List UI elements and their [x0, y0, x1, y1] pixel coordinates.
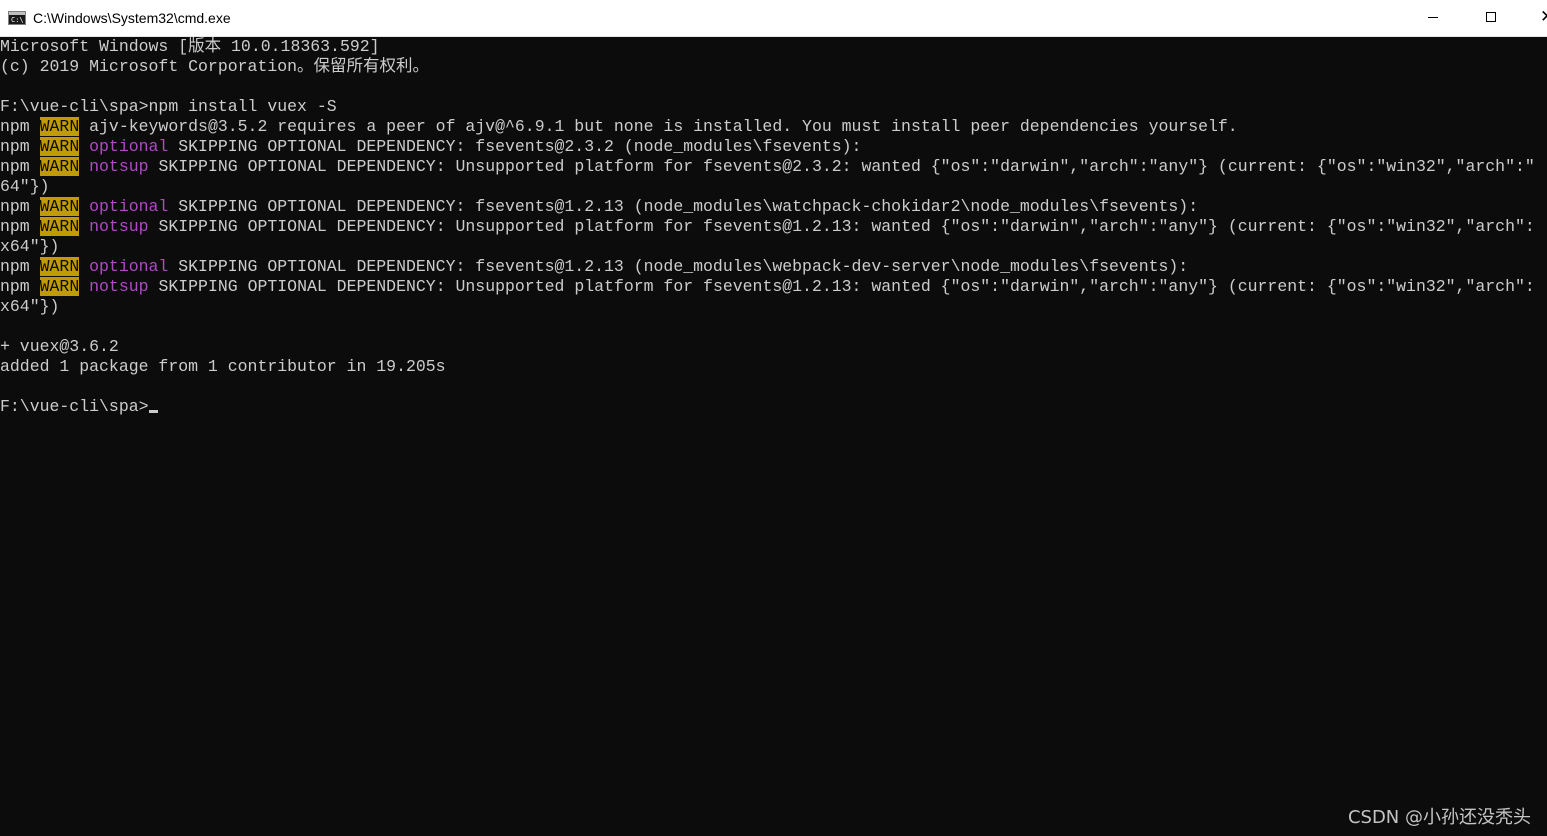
warn-badge: WARN: [39, 257, 80, 276]
console-text: SKIPPING OPTIONAL DEPENDENCY: fsevents@1…: [168, 257, 1189, 276]
console-text: x64"}): [0, 237, 60, 256]
warn-badge: WARN: [39, 217, 80, 236]
minimize-icon: [1428, 17, 1438, 18]
console-line: npm WARN notsup SKIPPING OPTIONAL DEPEND…: [0, 277, 1547, 297]
warn-badge: WARN: [39, 157, 80, 176]
close-button[interactable]: ✕: [1526, 0, 1547, 36]
console-line: npm WARN optional SKIPPING OPTIONAL DEPE…: [0, 137, 1547, 157]
npm-log-level: optional: [89, 197, 169, 216]
title-bar[interactable]: C:\ C:\Windows\System32\cmd.exe ✕: [0, 0, 1547, 37]
warn-badge: WARN: [39, 117, 80, 136]
console-line: npm WARN notsup SKIPPING OPTIONAL DEPEND…: [0, 157, 1547, 177]
console-text: npm: [0, 197, 40, 216]
console-text: SKIPPING OPTIONAL DEPENDENCY: Unsupporte…: [148, 277, 1535, 296]
console-text: x64"}): [0, 297, 60, 316]
console-line: npm WARN notsup SKIPPING OPTIONAL DEPEND…: [0, 217, 1547, 237]
console-text: npm: [0, 157, 40, 176]
console-text: npm: [0, 217, 40, 236]
console-line: F:\vue-cli\spa>npm install vuex -S: [0, 97, 1547, 117]
console-text: npm: [0, 117, 40, 136]
cmd-window: C:\ C:\Windows\System32\cmd.exe ✕ Micros…: [0, 0, 1547, 836]
console-line: npm WARN ajv-keywords@3.5.2 requires a p…: [0, 117, 1547, 137]
console-text: SKIPPING OPTIONAL DEPENDENCY: Unsupporte…: [148, 217, 1535, 236]
console-text: SKIPPING OPTIONAL DEPENDENCY: Unsupporte…: [148, 157, 1535, 176]
text-cursor: [148, 410, 158, 413]
cmd-app-icon[interactable]: C:\: [8, 11, 26, 25]
npm-log-level: notsup: [89, 157, 149, 176]
console-text: npm: [0, 277, 40, 296]
console-text: SKIPPING OPTIONAL DEPENDENCY: fsevents@2…: [168, 137, 862, 156]
npm-log-level: optional: [89, 137, 169, 156]
warn-badge: WARN: [39, 197, 80, 216]
console-text: + vuex@3.6.2: [0, 337, 119, 356]
console-output[interactable]: Microsoft Windows [版本 10.0.18363.592] (c)…: [0, 37, 1547, 836]
console-text: ajv-keywords@3.5.2 requires a peer of aj…: [79, 117, 1238, 136]
console-text: (c) 2019 Microsoft Corporation。保留所有权利。: [0, 57, 430, 76]
console-line: npm WARN optional SKIPPING OPTIONAL DEPE…: [0, 257, 1547, 277]
npm-log-level: optional: [89, 257, 169, 276]
console-line: x64"}): [0, 297, 1547, 317]
console-line: 64"}): [0, 177, 1547, 197]
console-line: x64"}): [0, 237, 1547, 257]
icon-title-strip: [9, 12, 25, 15]
console-text: 64"}): [0, 177, 50, 196]
console-line: (c) 2019 Microsoft Corporation。保留所有权利。: [0, 57, 1547, 77]
csdn-watermark: CSDN @小孙还没秃头: [1347, 807, 1531, 828]
icon-prompt-label: C:\: [11, 16, 24, 24]
warn-badge: WARN: [39, 137, 80, 156]
maximize-button[interactable]: [1468, 0, 1514, 36]
window-title: C:\Windows\System32\cmd.exe: [33, 10, 231, 26]
warn-badge: WARN: [39, 277, 80, 296]
console-text: npm: [0, 257, 40, 276]
console-line: added 1 package from 1 contributor in 19…: [0, 357, 1547, 377]
console-line: + vuex@3.6.2: [0, 337, 1547, 357]
console-line: F:\vue-cli\spa>: [0, 397, 1547, 417]
console-line: Microsoft Windows [版本 10.0.18363.592]: [0, 37, 1547, 57]
console-text: npm: [0, 137, 40, 156]
console-text: added 1 package from 1 contributor in 19…: [0, 357, 446, 376]
console-text: SKIPPING OPTIONAL DEPENDENCY: fsevents@1…: [168, 197, 1199, 216]
console-text: F:\vue-cli\spa>: [0, 397, 149, 416]
console-text: Microsoft Windows [版本 10.0.18363.592]: [0, 37, 380, 56]
npm-log-level: notsup: [89, 277, 149, 296]
console-line: npm WARN optional SKIPPING OPTIONAL DEPE…: [0, 197, 1547, 217]
minimize-button[interactable]: [1410, 0, 1456, 36]
console-text: F:\vue-cli\spa>npm install vuex -S: [0, 97, 337, 116]
npm-log-level: notsup: [89, 217, 149, 236]
close-icon: ✕: [1540, 6, 1547, 28]
maximize-icon: [1486, 12, 1496, 22]
